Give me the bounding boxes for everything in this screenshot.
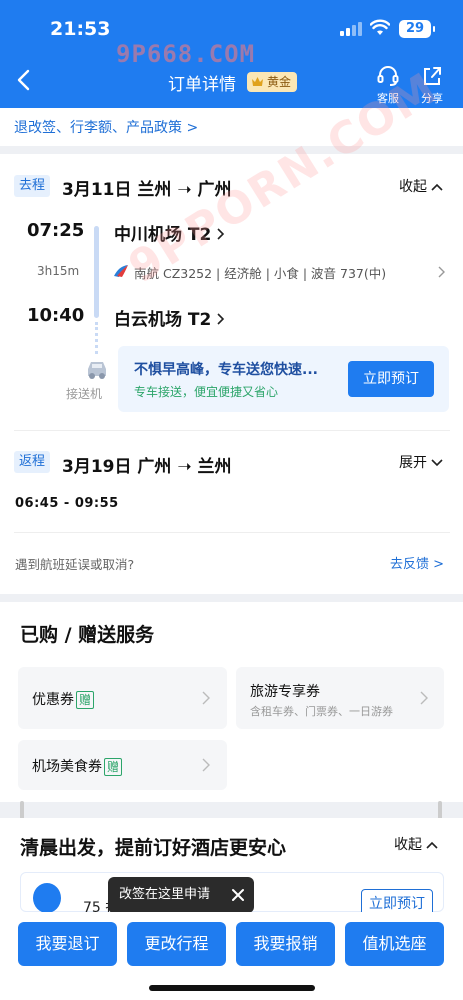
service-coupon[interactable]: 优惠券赠 [18, 667, 227, 729]
crown-icon [252, 77, 263, 86]
return-expand-button[interactable]: 展开 [399, 452, 444, 472]
headset-icon [377, 66, 399, 86]
chevron-right-icon [217, 313, 225, 325]
wifi-icon [370, 19, 390, 35]
flight-duration: 3h15m [37, 264, 80, 278]
change-tooltip: 改签在这里申请 [108, 877, 254, 920]
timeline-bar [94, 226, 99, 318]
outbound-collapse-button[interactable]: 收起 [399, 176, 444, 196]
outbound-tag: 去程 [14, 175, 51, 197]
refund-button[interactable]: 我要退订 [18, 922, 117, 966]
hotel-title: 清晨出发，提前订好酒店更安心 [20, 837, 287, 859]
transfer-book-button[interactable]: 立即预订 [348, 361, 434, 397]
divider [14, 532, 450, 533]
service-subtitle: 含租车券、门票券、一日游券 [250, 705, 393, 718]
change-itinerary-button[interactable]: 更改行程 [127, 922, 226, 966]
member-badge: 黄金 [247, 72, 298, 92]
flight-info[interactable]: 南航 CZ3252 | 经济舱 | 小食 | 波音 737(中) [134, 263, 386, 282]
transfer-subtitle: 专车接送，便宜便捷又省心 [134, 385, 279, 399]
battery-icon: 29 [399, 20, 435, 38]
page-title: 订单详情 [168, 75, 236, 95]
transfer-title: 不惧早高峰，专车送您快速... [134, 362, 318, 378]
feedback-link[interactable]: 去反馈 > [390, 553, 444, 572]
delay-question: 遇到航班延误或取消? [15, 557, 135, 572]
transfer-label: 接送机 [66, 387, 103, 401]
airline-logo-icon [114, 265, 128, 277]
services-title: 已购 / 赠送服务 [20, 624, 155, 646]
reimburse-button[interactable]: 我要报销 [236, 922, 335, 966]
chevron-right-icon [202, 758, 210, 772]
return-times: 06:45 - 09:55 [15, 496, 119, 511]
chevron-right-icon [217, 228, 225, 240]
chevron-right-icon [420, 691, 428, 705]
gift-tag: 赠 [104, 758, 123, 776]
return-tag: 返程 [14, 451, 51, 473]
return-title: 3月19日 广州 ➝ 兰州 [62, 457, 232, 477]
back-icon[interactable] [12, 66, 38, 94]
timeline-dots [95, 322, 98, 354]
outbound-title: 3月11日 兰州 ➝ 广州 [62, 180, 232, 200]
hotel-collapse-button[interactable]: 收起 [394, 834, 439, 854]
depart-airport[interactable]: 中川机场 T2 [114, 220, 225, 245]
chevron-up-icon [431, 183, 444, 191]
chevron-down-icon [431, 459, 444, 467]
watermark-top: 9P668.COM [116, 40, 256, 68]
service-food-voucher[interactable]: 机场美食券赠 [18, 740, 227, 790]
status-time: 21:53 [50, 18, 111, 40]
chevron-up-icon [426, 841, 439, 849]
arrive-airport[interactable]: 白云机场 T2 [114, 305, 225, 330]
hotel-icon [33, 883, 61, 913]
arrive-time: 10:40 [27, 305, 85, 326]
bottom-action-bar: 我要退订 更改行程 我要报销 值机选座 [0, 912, 463, 1000]
share-icon [424, 67, 441, 85]
transfer-promo[interactable]: 不惧早高峰，专车送您快速... 专车接送，便宜便捷又省心 立即预订 [118, 346, 449, 412]
policy-link[interactable]: 退改签、行李额、产品政策 > [14, 117, 198, 137]
chevron-right-icon[interactable] [438, 266, 446, 278]
check-in-button[interactable]: 值机选座 [345, 922, 444, 966]
home-indicator [149, 985, 315, 991]
service-travel-voucher[interactable]: 旅游专享券 含租车券、门票券、一日游券 [236, 667, 444, 729]
depart-time: 07:25 [27, 220, 85, 241]
customer-service-button[interactable]: 客服 [366, 64, 410, 106]
chevron-right-icon [202, 691, 210, 705]
share-button[interactable]: 分享 [410, 64, 454, 106]
close-icon[interactable] [230, 887, 246, 903]
car-icon [88, 362, 106, 379]
divider [14, 430, 450, 431]
signal-icon [340, 22, 364, 36]
gift-tag: 赠 [76, 691, 95, 709]
